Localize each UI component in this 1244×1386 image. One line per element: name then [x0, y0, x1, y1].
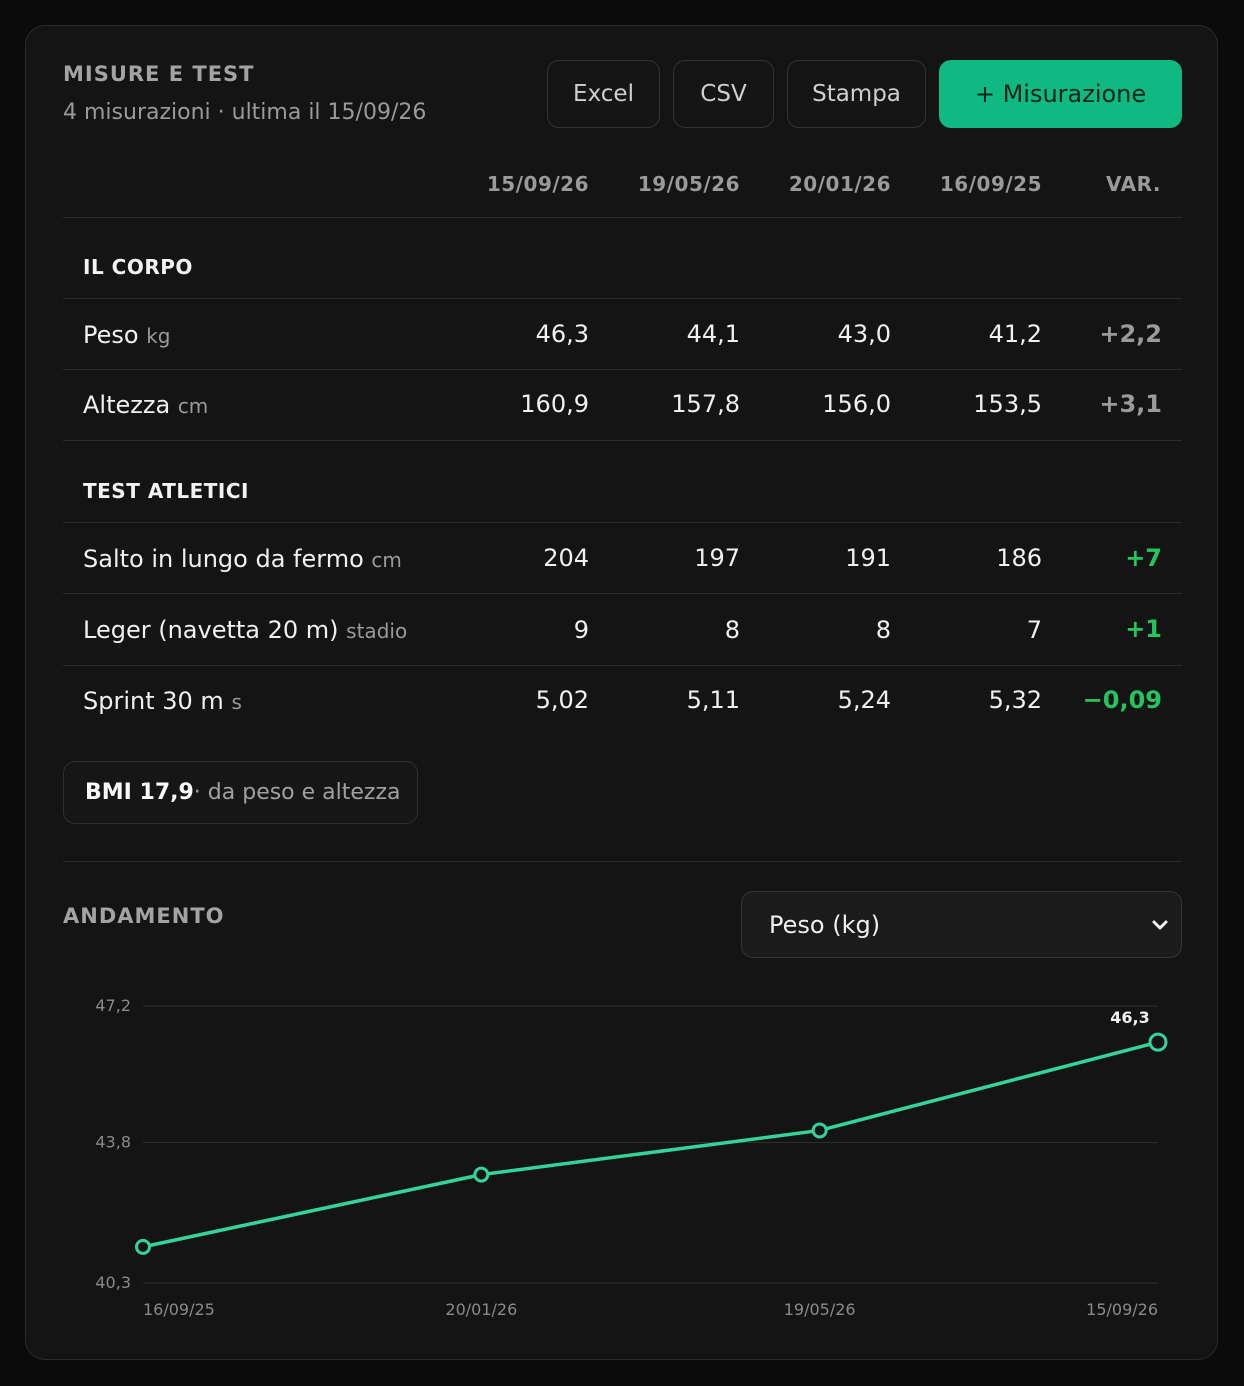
- data-label: 46,3: [1110, 1008, 1149, 1027]
- measures-card: MISURE E TEST 4 misurazioni · ultima il …: [25, 25, 1218, 1360]
- x-tick-label: 16/09/25: [143, 1300, 215, 1319]
- data-point: [473, 1166, 490, 1183]
- y-tick-label: 47,2: [95, 996, 131, 1015]
- data-point: [1148, 1032, 1168, 1052]
- series-line: [141, 1040, 1160, 1249]
- x-tick-label: 19/05/26: [784, 1300, 856, 1319]
- x-tick-label: 20/01/26: [445, 1300, 517, 1319]
- trend-chart: 47,2 43,8 40,3 16/09/25 20/01/26 19/05/26 15/0…: [95, 996, 1168, 1319]
- y-tick-label: 40,3: [95, 1273, 131, 1292]
- x-tick-label: 15/09/26: [1086, 1300, 1158, 1319]
- data-point: [135, 1238, 151, 1255]
- y-tick-label: 43,8: [95, 1132, 131, 1151]
- data-point: [811, 1122, 828, 1139]
